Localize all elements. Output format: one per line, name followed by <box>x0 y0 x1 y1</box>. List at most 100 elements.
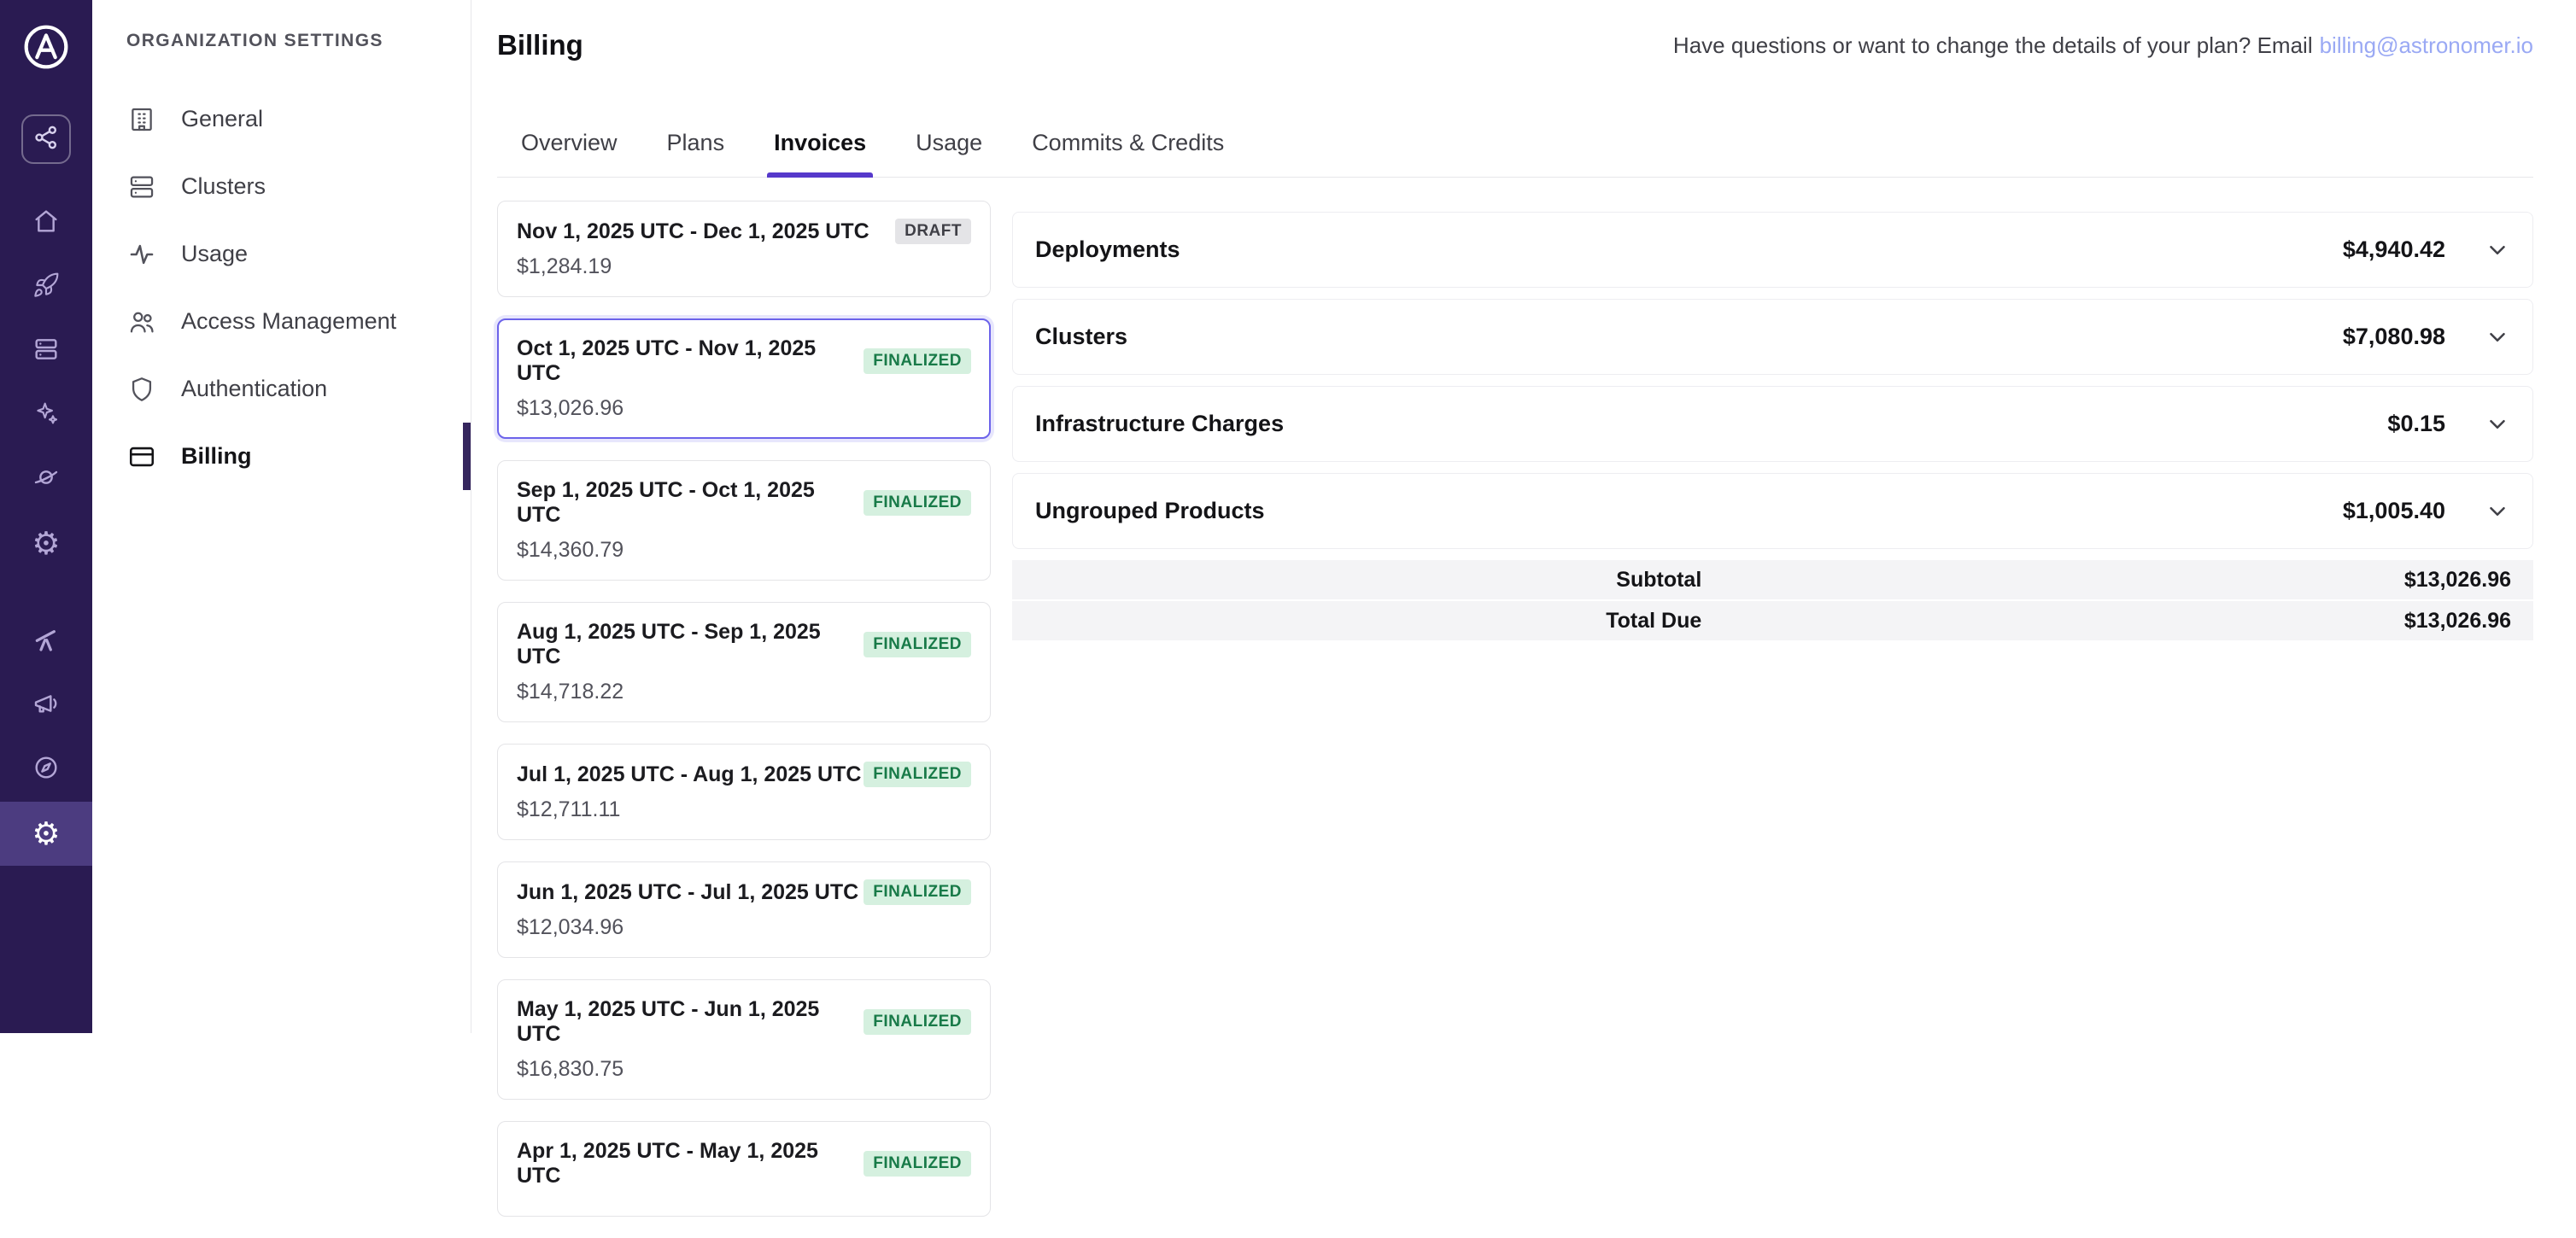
settings-sidebar: ORGANIZATION SETTINGS General Clusters <box>92 0 471 1033</box>
charge-group-label: Infrastructure Charges <box>1035 411 2387 437</box>
planet-icon <box>32 464 60 495</box>
charge-group-amount: $1,005.40 <box>2343 498 2445 524</box>
invoice-status-badge: FINALIZED <box>864 1151 971 1177</box>
invoice-card[interactable]: Jul 1, 2025 UTC - Aug 1, 2025 UTC FINALI… <box>497 744 991 840</box>
tab-commits-credits[interactable]: Commits & Credits <box>1032 130 1224 177</box>
charge-group-clusters[interactable]: Clusters $7,080.98 <box>1012 299 2533 375</box>
charge-group-label: Clusters <box>1035 324 2343 350</box>
invoice-card[interactable]: Apr 1, 2025 UTC - May 1, 2025 UTC FINALI… <box>497 1121 991 1217</box>
total-due-row: Total Due $13,026.96 <box>1012 601 2533 640</box>
page-header: Billing Have questions or want to change… <box>497 29 2533 61</box>
invoice-amount: $16,830.75 <box>517 1057 971 1082</box>
invoice-period: Oct 1, 2025 UTC - Nov 1, 2025 UTC <box>517 336 864 386</box>
invoice-list: Nov 1, 2025 UTC - Dec 1, 2025 UTC DRAFT … <box>497 201 991 1238</box>
credit-card-icon <box>126 441 157 472</box>
sparkles-icon <box>32 400 60 431</box>
invoice-period: May 1, 2025 UTC - Jun 1, 2025 UTC <box>517 997 864 1047</box>
tab-overview[interactable]: Overview <box>521 130 618 177</box>
total-due-amount: $13,026.96 <box>1701 609 2511 634</box>
org-nodes-icon <box>32 124 60 155</box>
server-stack-icon <box>126 172 157 202</box>
rail-button-observe[interactable] <box>0 610 92 674</box>
subtotal-amount: $13,026.96 <box>1701 568 2511 593</box>
rail-button-registry[interactable] <box>0 447 92 511</box>
invoice-status-badge: FINALIZED <box>864 1009 971 1035</box>
sidebar-item-label: Authentication <box>181 376 327 402</box>
charge-group-amount: $7,080.98 <box>2343 324 2445 350</box>
building-icon <box>126 104 157 135</box>
rail-button-help[interactable] <box>0 738 92 802</box>
charge-group-amount: $4,940.42 <box>2343 237 2445 263</box>
invoice-period: Jun 1, 2025 UTC - Jul 1, 2025 UTC <box>517 880 858 905</box>
rail-button-announcements[interactable] <box>0 674 92 738</box>
rail-button-deployments[interactable] <box>0 255 92 319</box>
invoice-period: Apr 1, 2025 UTC - May 1, 2025 UTC <box>517 1139 864 1188</box>
invoice-status-badge: FINALIZED <box>864 348 971 374</box>
icon-rail: ⚙ <box>0 0 92 1033</box>
sidebar-item-clusters[interactable]: Clusters <box>92 153 471 220</box>
org-switcher-button[interactable] <box>21 114 71 164</box>
rail-button-home[interactable] <box>0 191 92 255</box>
tab-invoices[interactable]: Invoices <box>774 130 866 177</box>
invoice-amount: $14,360.79 <box>517 538 971 563</box>
invoice-period: Jul 1, 2025 UTC - Aug 1, 2025 UTC <box>517 762 861 787</box>
sidebar-item-usage[interactable]: Usage <box>92 220 471 288</box>
charge-group-deployments[interactable]: Deployments $4,940.42 <box>1012 212 2533 288</box>
main-content: Billing Have questions or want to change… <box>471 0 2576 1033</box>
sidebar-item-authentication[interactable]: Authentication <box>92 355 471 423</box>
invoice-card[interactable]: Aug 1, 2025 UTC - Sep 1, 2025 UTC FINALI… <box>497 602 991 722</box>
invoices-content: Nov 1, 2025 UTC - Dec 1, 2025 UTC DRAFT … <box>497 201 2533 1238</box>
invoice-status-badge: FINALIZED <box>864 490 971 516</box>
invoice-status-badge: FINALIZED <box>864 632 971 657</box>
tab-usage[interactable]: Usage <box>916 130 982 177</box>
total-due-label: Total Due <box>1012 609 1701 634</box>
chevron-down-icon[interactable] <box>2485 237 2510 263</box>
sidebar-item-billing[interactable]: Billing <box>92 423 471 490</box>
chevron-down-icon[interactable] <box>2485 499 2510 524</box>
invoice-card[interactable]: Oct 1, 2025 UTC - Nov 1, 2025 UTC FINALI… <box>497 318 991 439</box>
sidebar-item-general[interactable]: General <box>92 85 471 153</box>
gear-icon: ⚙ <box>32 818 60 850</box>
charge-group-label: Ungrouped Products <box>1035 498 2343 524</box>
charge-group-ungrouped[interactable]: Ungrouped Products $1,005.40 <box>1012 473 2533 549</box>
tab-plans[interactable]: Plans <box>667 130 725 177</box>
charge-group-infrastructure[interactable]: Infrastructure Charges $0.15 <box>1012 386 2533 462</box>
invoice-card[interactable]: May 1, 2025 UTC - Jun 1, 2025 UTC FINALI… <box>497 979 991 1100</box>
invoice-card[interactable]: Jun 1, 2025 UTC - Jul 1, 2025 UTC FINALI… <box>497 861 991 958</box>
activity-icon <box>126 239 157 270</box>
telescope-icon <box>32 626 60 657</box>
sidebar-item-label: Clusters <box>181 173 266 200</box>
sidebar-item-label: Billing <box>181 443 252 470</box>
shield-icon <box>126 374 157 405</box>
app-root: ⚙ <box>0 0 2576 1033</box>
compass-icon <box>32 754 60 785</box>
help-message: Have questions or want to change the det… <box>1673 32 2313 58</box>
rocket-icon <box>32 272 60 303</box>
gear-icon: ⚙ <box>32 528 60 559</box>
sidebar-header: ORGANIZATION SETTINGS <box>126 31 471 51</box>
chevron-down-icon[interactable] <box>2485 412 2510 437</box>
astronomer-logo[interactable] <box>21 22 71 72</box>
invoice-detail: Deployments $4,940.42 Clusters $7,080.98… <box>1012 212 2533 642</box>
chevron-down-icon[interactable] <box>2485 324 2510 350</box>
invoice-period: Nov 1, 2025 UTC - Dec 1, 2025 UTC <box>517 219 869 244</box>
sidebar-item-label: Access Management <box>181 308 396 335</box>
sidebar-item-access-management[interactable]: Access Management <box>92 288 471 355</box>
charge-group-label: Deployments <box>1035 237 2343 263</box>
rail-button-ai[interactable] <box>0 383 92 447</box>
rail-button-environment[interactable]: ⚙ <box>0 511 92 575</box>
invoice-card[interactable]: Sep 1, 2025 UTC - Oct 1, 2025 UTC FINALI… <box>497 460 991 581</box>
invoice-summary: Subtotal $13,026.96 Total Due $13,026.96 <box>1012 560 2533 640</box>
clusters-icon <box>32 336 60 367</box>
invoice-amount: $13,026.96 <box>517 396 971 421</box>
billing-email-link[interactable]: billing@astronomer.io <box>2320 32 2533 58</box>
home-icon <box>32 207 60 239</box>
sidebar-item-label: General <box>181 106 263 132</box>
invoice-amount: $12,034.96 <box>517 915 971 940</box>
invoice-amount: $12,711.11 <box>517 797 971 822</box>
megaphone-icon <box>32 690 60 721</box>
invoice-period: Sep 1, 2025 UTC - Oct 1, 2025 UTC <box>517 478 864 528</box>
rail-button-settings[interactable]: ⚙ <box>0 802 92 866</box>
invoice-card[interactable]: Nov 1, 2025 UTC - Dec 1, 2025 UTC DRAFT … <box>497 201 991 297</box>
rail-button-clusters[interactable] <box>0 319 92 383</box>
